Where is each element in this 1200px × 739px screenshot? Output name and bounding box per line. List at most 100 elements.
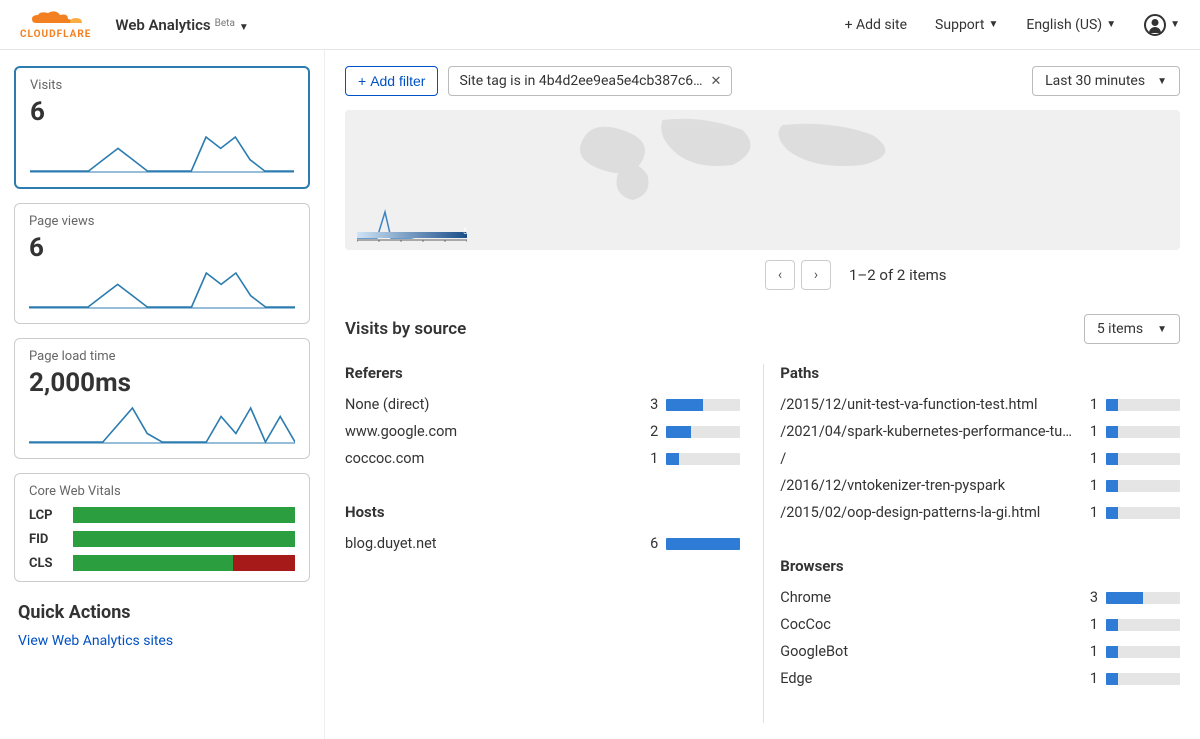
- product-dropdown[interactable]: Web Analytics Beta ▼: [115, 16, 248, 34]
- page-load-label: Page load time: [29, 349, 295, 364]
- plus-icon: +: [358, 73, 366, 89]
- stat-row[interactable]: /2021/04/spark-kubernetes-performance-tu…: [780, 423, 1180, 440]
- support-dropdown[interactable]: Support ▼: [935, 17, 998, 33]
- svg-text:5: 5: [463, 227, 467, 236]
- map-pager-row: ‹ › 1–2 of 2 items: [345, 260, 1180, 290]
- cwv-row-fid: FID: [29, 531, 295, 547]
- user-icon: [1144, 14, 1166, 36]
- cwv-metric-label: FID: [29, 532, 63, 547]
- chevron-right-icon: ›: [814, 267, 818, 283]
- stat-label: /: [780, 450, 1080, 467]
- stat-count: 1: [1080, 396, 1098, 413]
- stat-label: /2021/04/spark-kubernetes-performance-tu…: [780, 423, 1080, 440]
- topbar: CLOUDFLARE Web Analytics Beta ▼ + Add si…: [0, 0, 1200, 50]
- cloudflare-logo[interactable]: CLOUDFLARE: [20, 9, 91, 40]
- browsers-block: Browsers Chrome 3 CocCoc 1 GoogleBot 1 E…: [780, 557, 1180, 687]
- cwv-row-lcp: LCP: [29, 507, 295, 523]
- stat-row[interactable]: blog.duyet.net 6: [345, 535, 740, 552]
- filter-chip[interactable]: Site tag is in 4b4d2ee9ea5e4cb387c6… ✕: [448, 66, 732, 96]
- visits-by-source-head: Visits by source 5 items ▼: [345, 314, 1180, 344]
- page-size-select[interactable]: 5 items ▼: [1084, 314, 1180, 344]
- page-load-card[interactable]: Page load time 2,000ms: [14, 338, 310, 459]
- stat-label: blog.duyet.net: [345, 535, 640, 552]
- stat-count: 3: [1080, 589, 1098, 606]
- close-icon[interactable]: ✕: [711, 74, 722, 89]
- page-views-sparkline: [29, 269, 295, 309]
- filter-chip-text: Site tag is in 4b4d2ee9ea5e4cb387c6…: [459, 73, 702, 89]
- user-menu[interactable]: ▼: [1144, 14, 1180, 36]
- stat-label: /2015/12/unit-test-va-function-test.html: [780, 396, 1080, 413]
- stat-count: 1: [640, 450, 658, 467]
- map-histogram: 5: [357, 202, 467, 242]
- world-map: [345, 110, 1180, 210]
- stat-row[interactable]: coccoc.com 1: [345, 450, 740, 467]
- stat-bar: [666, 399, 740, 411]
- stat-count: 1: [1080, 504, 1098, 521]
- sidebar: Visits 6 Page views 6 Page load time 2,0…: [0, 50, 325, 739]
- chevron-down-icon: ▼: [988, 19, 998, 30]
- visits-card[interactable]: Visits 6: [14, 66, 310, 189]
- stat-label: coccoc.com: [345, 450, 640, 467]
- stats-grid: Referers None (direct) 3 www.google.com …: [345, 364, 1180, 723]
- paths-block: Paths /2015/12/unit-test-va-function-tes…: [780, 364, 1180, 521]
- main-content: + Add filter Site tag is in 4b4d2ee9ea5e…: [325, 50, 1200, 739]
- visits-sparkline: [30, 133, 294, 173]
- pager-prev-button[interactable]: ‹: [765, 260, 795, 290]
- pager-text: 1–2 of 2 items: [849, 266, 946, 284]
- beta-badge: Beta: [215, 18, 235, 29]
- referers-block: Referers None (direct) 3 www.google.com …: [345, 364, 740, 467]
- cwv-bar: [73, 555, 295, 571]
- stat-row[interactable]: /2015/02/oop-design-patterns-la-gi.html …: [780, 504, 1180, 521]
- brand-text: CLOUDFLARE: [20, 29, 91, 40]
- map-panel: 5: [345, 110, 1180, 250]
- add-site-link[interactable]: + Add site: [845, 17, 907, 33]
- stat-row[interactable]: www.google.com 2: [345, 423, 740, 440]
- stat-bar: [1106, 673, 1180, 685]
- stat-label: /2016/12/vntokenizer-tren-pyspark: [780, 477, 1080, 494]
- page-views-card[interactable]: Page views 6: [14, 203, 310, 324]
- section-title: Visits by source: [345, 319, 466, 339]
- date-range-select[interactable]: Last 30 minutes ▼: [1032, 66, 1180, 96]
- stat-bar: [1106, 646, 1180, 658]
- language-dropdown[interactable]: English (US) ▼: [1026, 17, 1116, 33]
- stat-label: www.google.com: [345, 423, 640, 440]
- page-load-sparkline: [29, 404, 295, 444]
- chevron-down-icon: ▼: [1157, 324, 1167, 335]
- stat-count: 1: [1080, 423, 1098, 440]
- stat-row[interactable]: Chrome 3: [780, 589, 1180, 606]
- stat-bar: [1106, 480, 1180, 492]
- cwv-label: Core Web Vitals: [29, 484, 295, 499]
- stat-row[interactable]: /2015/12/unit-test-va-function-test.html…: [780, 396, 1180, 413]
- stat-bar: [1106, 426, 1180, 438]
- cwv-row-cls: CLS: [29, 555, 295, 571]
- hosts-title: Hosts: [345, 503, 740, 521]
- pager-next-button[interactable]: ›: [801, 260, 831, 290]
- stat-row[interactable]: None (direct) 3: [345, 396, 740, 413]
- stat-row[interactable]: Edge 1: [780, 670, 1180, 687]
- stat-count: 1: [1080, 616, 1098, 633]
- stat-count: 2: [640, 423, 658, 440]
- cwv-bar: [73, 531, 295, 547]
- cwv-metric-label: LCP: [29, 508, 63, 523]
- add-filter-button[interactable]: + Add filter: [345, 66, 438, 96]
- stat-bar: [1106, 453, 1180, 465]
- stat-row[interactable]: CocCoc 1: [780, 616, 1180, 633]
- stat-row[interactable]: /2016/12/vntokenizer-tren-pyspark 1: [780, 477, 1180, 494]
- top-nav: + Add site Support ▼ English (US) ▼ ▼: [845, 14, 1180, 36]
- stat-bar: [1106, 507, 1180, 519]
- stat-row[interactable]: / 1: [780, 450, 1180, 467]
- visits-label: Visits: [30, 78, 294, 93]
- product-label: Web Analytics: [115, 16, 210, 34]
- stat-row[interactable]: GoogleBot 1: [780, 643, 1180, 660]
- page-load-value: 2,000ms: [29, 368, 295, 398]
- stat-label: /2015/02/oop-design-patterns-la-gi.html: [780, 504, 1080, 521]
- quick-actions-title: Quick Actions: [18, 602, 310, 623]
- stat-count: 1: [1080, 670, 1098, 687]
- stat-bar: [1106, 399, 1180, 411]
- core-web-vitals-card[interactable]: Core Web Vitals LCP FID CLS: [14, 473, 310, 582]
- stat-count: 1: [1080, 450, 1098, 467]
- browsers-title: Browsers: [780, 557, 1180, 575]
- stats-right-col: Paths /2015/12/unit-test-va-function-tes…: [780, 364, 1180, 723]
- pager: ‹ ›: [765, 260, 831, 290]
- view-sites-link[interactable]: View Web Analytics sites: [18, 633, 310, 649]
